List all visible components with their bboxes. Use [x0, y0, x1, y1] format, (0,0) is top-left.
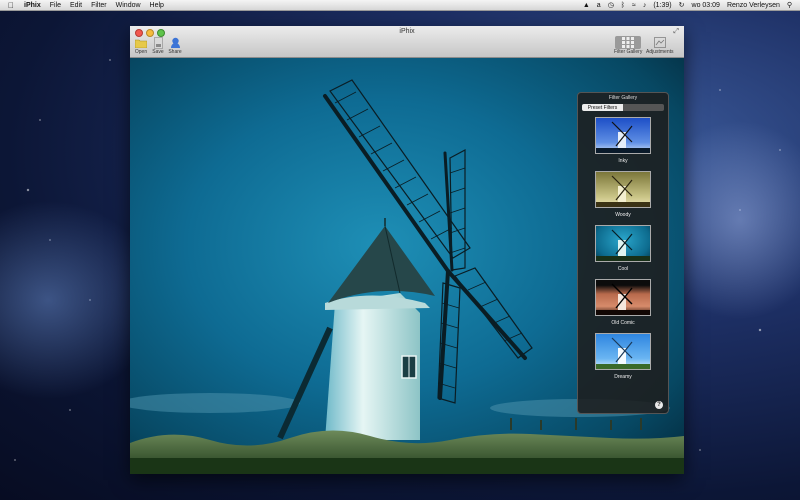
- filter-name: Woody: [615, 212, 631, 218]
- filter-name: Cool: [617, 266, 629, 272]
- window-titlebar: iPhix ⤢ Open Save Share Filter Gallery A…: [130, 26, 684, 58]
- filter-gallery-button[interactable]: Filter Gallery: [614, 36, 642, 55]
- timemachine-icon[interactable]: ◷: [608, 1, 614, 9]
- tab-secondary[interactable]: [623, 104, 664, 111]
- menu-app-name[interactable]: iPhix: [24, 2, 41, 9]
- folder-icon: [134, 36, 148, 49]
- menubar:  iPhix File Edit Filter Window Help ▲ a…: [0, 0, 800, 11]
- filter-name: Dreamy: [614, 374, 632, 380]
- wifi-icon[interactable]: ≈: [632, 2, 636, 9]
- menubar-status: ▲ a ◷ ᛒ ≈ ♪ (1:39) ↻ wo 03:09 Renzo Verl…: [576, 1, 792, 10]
- menu-help[interactable]: Help: [150, 2, 164, 9]
- filter-thumbnail: [595, 279, 651, 316]
- save-icon: [151, 36, 165, 49]
- grid-icon: [615, 36, 642, 49]
- filter-item-inky[interactable]: Inky: [578, 117, 668, 167]
- adjustments-icon: [653, 36, 667, 49]
- dropbox-icon[interactable]: ▲: [583, 2, 590, 9]
- menu-file[interactable]: File: [50, 2, 61, 9]
- tab-preset-filters[interactable]: Preset Filters: [582, 104, 623, 111]
- help-button[interactable]: ?: [655, 401, 663, 409]
- adjust-label: Adjustments: [646, 49, 674, 55]
- menu-window[interactable]: Window: [116, 2, 141, 9]
- open-label: Open: [134, 49, 148, 55]
- clock[interactable]: wo 03:09: [692, 2, 720, 9]
- adjustments-button[interactable]: Adjustments: [646, 36, 674, 55]
- open-button[interactable]: Open: [134, 36, 148, 55]
- filter-item-cool[interactable]: Cool: [578, 225, 668, 275]
- filter-thumbnail: [595, 117, 651, 154]
- filter-name: Old Comic: [611, 320, 635, 326]
- save-button[interactable]: Save: [151, 36, 165, 55]
- menu-edit[interactable]: Edit: [70, 2, 82, 9]
- share-icon: [168, 36, 182, 49]
- panel-title: Filter Gallery: [608, 95, 638, 101]
- filter-thumbnail: [595, 225, 651, 262]
- spotlight-icon[interactable]: ⚲: [787, 1, 792, 9]
- filter-item-dreamy[interactable]: Dreamy: [578, 333, 668, 383]
- sync-icon[interactable]: ↻: [679, 1, 685, 9]
- battery-status[interactable]: (1:39): [653, 2, 671, 9]
- fullscreen-icon[interactable]: ⤢: [673, 28, 679, 36]
- panel-tabs: Preset Filters: [582, 104, 664, 111]
- user-name[interactable]: Renzo Verleysen: [727, 2, 780, 9]
- window-title: iPhix: [399, 28, 415, 35]
- volume-icon[interactable]: ♪: [643, 2, 647, 9]
- filter-gallery-panel: Filter Gallery Preset Filters Inky Woody…: [577, 92, 669, 414]
- filter-name: Inky: [618, 158, 628, 164]
- filter-list: Inky Woody Cool Old Comic Dreamy: [578, 117, 668, 387]
- filter-item-old-comic[interactable]: Old Comic: [578, 279, 668, 329]
- save-label: Save: [152, 49, 164, 55]
- menu-filter[interactable]: Filter: [91, 2, 107, 9]
- script-icon[interactable]: a: [597, 2, 601, 9]
- share-label: Share: [168, 49, 182, 55]
- filter-thumbnail: [595, 333, 651, 370]
- gallery-label: Filter Gallery: [614, 49, 643, 55]
- bluetooth-icon[interactable]: ᛒ: [621, 2, 625, 9]
- apple-icon[interactable]: : [8, 1, 14, 10]
- filter-item-woody[interactable]: Woody: [578, 171, 668, 221]
- share-button[interactable]: Share: [168, 36, 182, 55]
- filter-thumbnail: [595, 171, 651, 208]
